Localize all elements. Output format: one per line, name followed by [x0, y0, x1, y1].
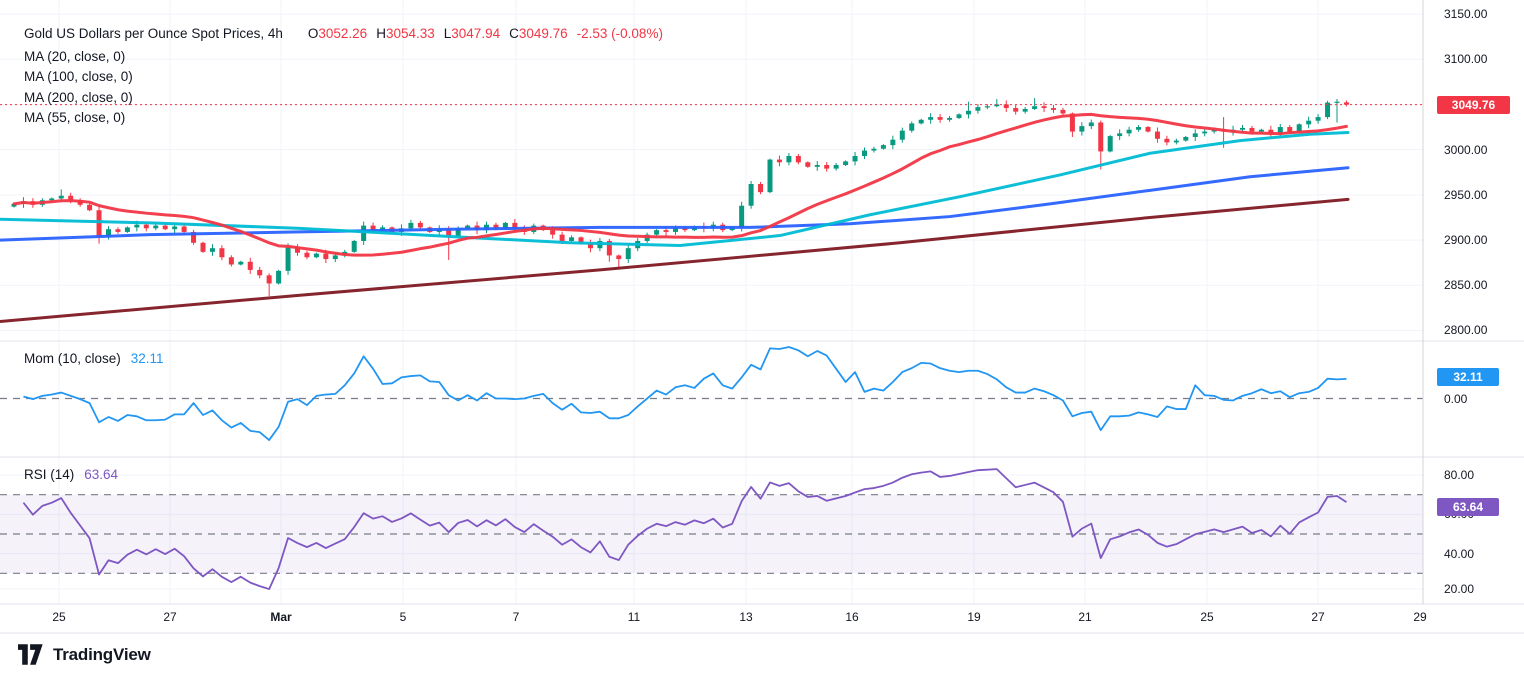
- rsi-legend[interactable]: RSI (14) 63.64: [24, 466, 118, 483]
- momentum-badge: 32.11: [1437, 368, 1499, 387]
- ma-55-legend[interactable]: MA (55, close, 0): [24, 109, 125, 126]
- ma-200-legend[interactable]: MA (200, close, 0): [24, 89, 133, 106]
- rsi-tick-label: 20.00: [1444, 582, 1475, 597]
- rsi-value: 63.64: [84, 467, 119, 482]
- date-tick-label: 11: [627, 610, 641, 624]
- date-tick-label: Mar: [270, 610, 292, 624]
- low-value: 3047.94: [451, 26, 501, 41]
- price-tick-label: 3100.00: [1444, 52, 1488, 67]
- rsi-label: RSI (14): [24, 467, 75, 482]
- candles-group: [11, 98, 1349, 297]
- rsi-tick-label: 80.00: [1444, 468, 1475, 482]
- chart-canvas[interactable]: [0, 0, 1524, 679]
- ma-20-legend[interactable]: MA (20, close, 0): [24, 48, 125, 65]
- ma-100-legend[interactable]: MA (100, close, 0): [24, 68, 133, 85]
- high-value: 3054.33: [385, 26, 435, 41]
- price-tick-label: 2900.00: [1444, 233, 1488, 248]
- rsi-tick-label: 40.00: [1444, 546, 1475, 561]
- momentum-label: Mom (10, close): [24, 351, 121, 366]
- change-value: -2.53 (-0.08%): [576, 26, 663, 41]
- momentum-value: 32.11: [130, 351, 164, 366]
- momentum-line: [23, 346, 1347, 441]
- open-label: O: [307, 26, 319, 41]
- momentum-zero-label: 0.00: [1444, 391, 1468, 406]
- symbol-title: Gold US Dollars per Ounce Spot Prices, 4…: [24, 26, 283, 41]
- close-value: 3049.76: [518, 26, 568, 41]
- high-label: H: [376, 26, 386, 41]
- date-tick-label: 25: [52, 610, 66, 624]
- date-tick-label: 16: [845, 610, 859, 624]
- close-label: C: [509, 26, 519, 41]
- date-tick-label: 27: [1311, 610, 1325, 624]
- price-tick-label: 3150.00: [1444, 7, 1488, 21]
- price-tick-label: 2950.00: [1444, 187, 1488, 202]
- price-tick-label: 2850.00: [1444, 278, 1488, 293]
- tradingview-brand-text: TradingView: [53, 644, 151, 664]
- date-tick-label: 7: [512, 610, 520, 624]
- price-tick-label: 2800.00: [1444, 323, 1488, 338]
- symbol-title-row[interactable]: Gold US Dollars per Ounce Spot Prices, 4…: [24, 25, 663, 42]
- price-tick-label: 3000.00: [1444, 142, 1488, 157]
- date-tick-label: 13: [739, 610, 753, 624]
- date-tick-label: 25: [1200, 610, 1214, 624]
- date-tick-label: 5: [399, 610, 407, 624]
- last-price-badge: 3049.76: [1437, 95, 1510, 114]
- open-value: 3052.26: [318, 26, 368, 41]
- ma-200-line: [0, 197, 1350, 323]
- date-tick-label: 29: [1413, 610, 1427, 624]
- tradingview-link[interactable]: TradingView: [18, 644, 151, 665]
- chart-root: Gold US Dollars per Ounce Spot Prices, 4…: [0, 0, 1524, 679]
- date-tick-label: 19: [967, 610, 981, 624]
- momentum-legend[interactable]: Mom (10, close) 32.11: [24, 350, 164, 367]
- rsi-badge: 63.64: [1437, 498, 1499, 517]
- tradingview-logo-icon: [18, 644, 43, 665]
- date-tick-label: 27: [163, 610, 177, 624]
- date-tick-label: 21: [1078, 610, 1092, 624]
